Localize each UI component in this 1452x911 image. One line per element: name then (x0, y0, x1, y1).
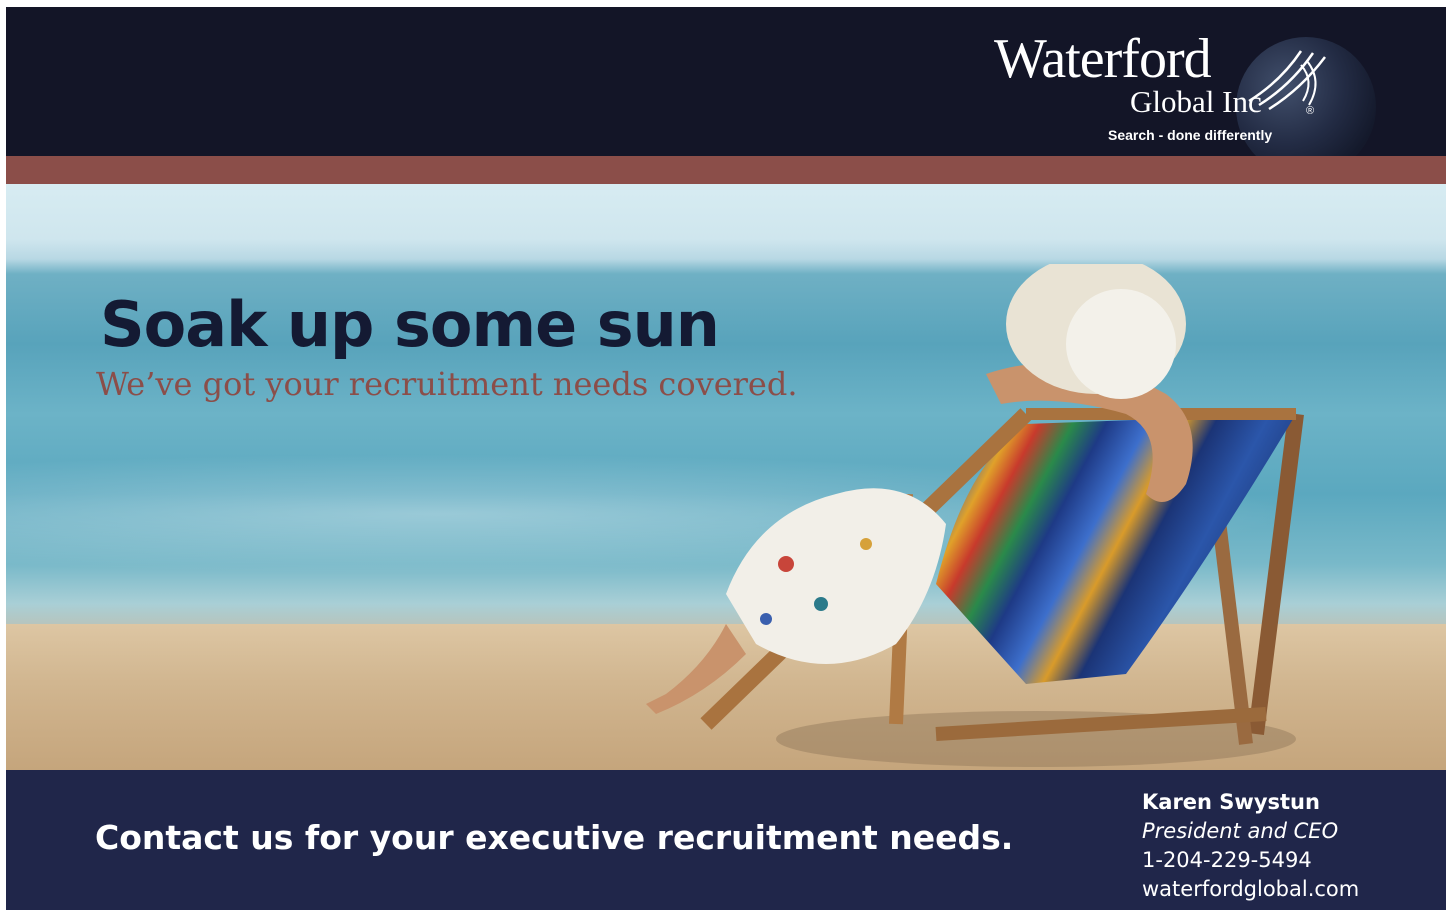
headline: Soak up some sun (100, 288, 720, 361)
contact-phone[interactable]: 1-204-229-5494 (1142, 846, 1359, 875)
logo-tagline: Search - done differently (1108, 127, 1273, 143)
advertisement: Waterford Global Inc ® Search - done dif… (6, 7, 1446, 910)
dress-flower (778, 556, 794, 572)
accent-stripe (6, 156, 1446, 184)
contact-title: President and CEO (1142, 819, 1339, 843)
logo-subtitle: Global Inc (1130, 84, 1262, 119)
company-logo: Waterford Global Inc ® Search - done dif… (986, 27, 1386, 177)
registered-mark: ® (1306, 105, 1315, 117)
footer-bar: Contact us for your executive recruitmen… (6, 770, 1446, 910)
sun-hat-crown (1066, 289, 1176, 399)
subheadline: We’ve got your recruitment needs covered… (96, 365, 798, 403)
call-to-action: Contact us for your executive recruitmen… (95, 818, 1014, 857)
dress-flower (814, 597, 828, 611)
contact-block: Karen Swystun President and CEO 1-204-22… (1142, 788, 1359, 904)
contact-website-link[interactable]: waterfordglobal.com (1142, 875, 1359, 904)
header-bar: Waterford Global Inc ® Search - done dif… (6, 7, 1446, 177)
contact-name: Karen Swystun (1142, 790, 1320, 814)
floral-dress (726, 488, 946, 664)
dress-flower (860, 538, 872, 550)
logo-wordmark: Waterford (994, 28, 1212, 90)
hero-banner: Soak up some sun We’ve got your recruitm… (6, 184, 1446, 770)
dress-flower (760, 613, 772, 625)
